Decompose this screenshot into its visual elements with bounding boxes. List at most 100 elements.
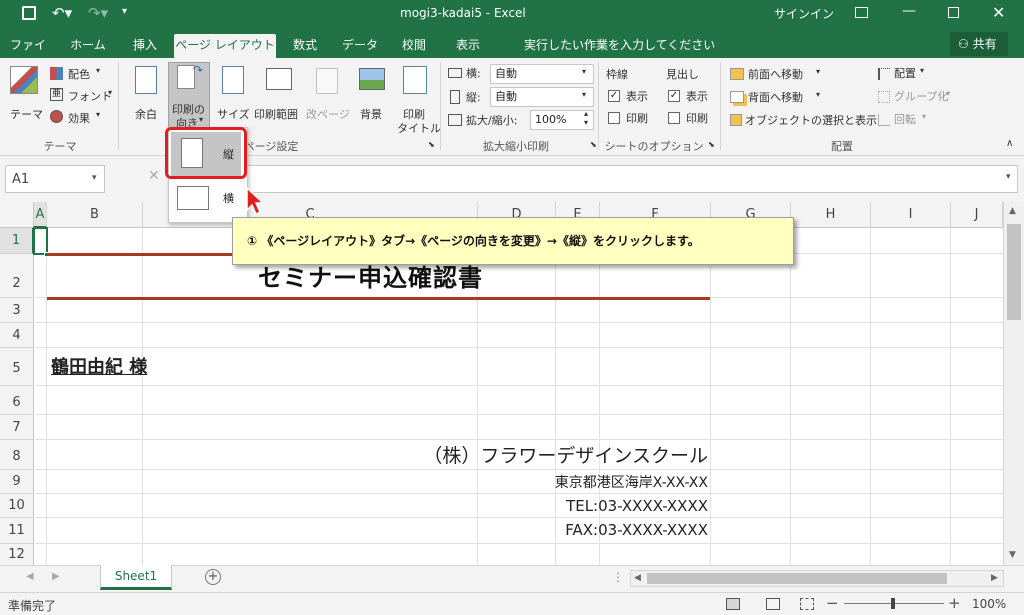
scale-icon bbox=[448, 114, 462, 126]
zoom-in-icon[interactable]: + bbox=[948, 594, 961, 612]
close-icon[interactable]: ✕ bbox=[992, 3, 1005, 22]
headings-print-checkbox[interactable] bbox=[668, 112, 680, 124]
rotate-button[interactable]: 回転 bbox=[894, 111, 916, 127]
gridlines-print-checkbox[interactable] bbox=[608, 112, 620, 124]
column-header-A[interactable]: A bbox=[34, 202, 47, 228]
row-header-8[interactable]: 8 bbox=[0, 440, 34, 470]
undo-icon[interactable]: ↶▾ bbox=[52, 4, 72, 22]
print-titles-button[interactable]: 印刷 タイトル bbox=[394, 64, 441, 135]
height-select[interactable]: 自動 bbox=[490, 87, 594, 107]
print-area-button[interactable]: 印刷範囲 bbox=[254, 64, 304, 132]
column-header-B[interactable]: B bbox=[47, 202, 143, 228]
sheet-options-launcher-icon[interactable]: ⬊ bbox=[708, 140, 715, 149]
tab-insert[interactable]: 挿入 bbox=[124, 34, 166, 58]
group-label-theme: テーマ bbox=[43, 140, 77, 153]
selection-pane-button[interactable]: オブジェクトの選択と表示 bbox=[745, 112, 877, 128]
select-all-corner[interactable] bbox=[0, 202, 34, 228]
scale-spinner-icon[interactable]: ▴ ▾ bbox=[584, 109, 588, 127]
name-box-dropdown-icon[interactable]: ▾ bbox=[92, 173, 97, 183]
row-header-4[interactable]: 4 bbox=[0, 323, 34, 348]
send-backward-button[interactable]: 背面へ移動 bbox=[748, 89, 803, 105]
align-button[interactable]: 配置 bbox=[894, 65, 916, 81]
ribbon-display-icon[interactable] bbox=[855, 7, 868, 18]
print-titles-label-line2: タイトル bbox=[397, 122, 441, 135]
tell-me-input[interactable]: 実行したい作業を入力してください bbox=[524, 34, 715, 58]
maximize-icon[interactable] bbox=[948, 7, 959, 18]
grid-line bbox=[46, 228, 47, 565]
breaks-button[interactable]: 改ページ bbox=[306, 64, 350, 132]
scroll-right-icon[interactable]: ▶ bbox=[991, 573, 998, 583]
vertical-scrollbar[interactable]: ▲ ▼ bbox=[1003, 202, 1024, 565]
tab-file[interactable]: ファイル bbox=[6, 34, 50, 74]
horizontal-scrollbar[interactable]: ◀ ▶ bbox=[630, 570, 1004, 587]
scroll-left-icon[interactable]: ◀ bbox=[634, 573, 641, 583]
prev-sheet-icon[interactable]: ◀ bbox=[26, 571, 34, 582]
row-header-10[interactable]: 10 bbox=[0, 494, 34, 518]
themes-button[interactable]: テーマ bbox=[6, 64, 43, 132]
zoom-level[interactable]: 100% bbox=[972, 597, 1006, 611]
collapse-ribbon-icon[interactable]: ∧ bbox=[1006, 138, 1013, 149]
expand-formula-icon[interactable]: ▾ bbox=[1006, 172, 1011, 182]
orientation-button[interactable]: ↷ 印刷の 向き ▾ bbox=[168, 62, 210, 132]
name-box[interactable]: A1 ▾ bbox=[5, 165, 105, 193]
new-sheet-icon[interactable]: + bbox=[205, 569, 221, 585]
width-select[interactable]: 自動 bbox=[490, 64, 594, 84]
scroll-up-icon[interactable]: ▲ bbox=[1009, 206, 1016, 216]
title-bar: ↶▾ ↷▾ ▾ mogi3-kadai5 - Excel サインイン — ✕ bbox=[0, 0, 1024, 28]
vertical-scroll-thumb[interactable] bbox=[1007, 224, 1021, 320]
row-header-6[interactable]: 6 bbox=[0, 386, 34, 415]
headings-view-checkbox[interactable]: ✓ bbox=[668, 90, 680, 102]
background-button[interactable]: 背景 bbox=[356, 64, 390, 132]
column-header-H[interactable]: H bbox=[791, 202, 871, 228]
split-handle-icon[interactable]: ⋮ bbox=[612, 570, 624, 584]
sheet-tab-sheet1[interactable]: Sheet1 bbox=[100, 565, 172, 590]
size-button[interactable]: サイズ bbox=[214, 64, 250, 132]
customize-qat-icon[interactable]: ▾ bbox=[122, 6, 127, 17]
save-icon[interactable] bbox=[22, 6, 36, 20]
formula-input[interactable] bbox=[236, 165, 1018, 193]
sheet-tab-label: Sheet1 bbox=[114, 569, 158, 583]
row-header-1[interactable]: 1 bbox=[0, 228, 34, 254]
page-setup-launcher-icon[interactable]: ⬊ bbox=[428, 140, 435, 149]
menu-item-landscape[interactable]: 横 bbox=[171, 178, 241, 218]
tab-home[interactable]: ホーム bbox=[66, 34, 110, 58]
tab-formulas[interactable]: 数式 bbox=[286, 34, 324, 58]
scale-launcher-icon[interactable]: ⬊ bbox=[590, 140, 597, 149]
print-titles-icon bbox=[403, 66, 427, 94]
active-cell[interactable] bbox=[33, 227, 48, 255]
share-button[interactable]: ⚇ 共有 bbox=[950, 32, 1008, 56]
tab-view[interactable]: 表示 bbox=[448, 34, 488, 58]
zoom-slider-thumb[interactable] bbox=[891, 598, 895, 609]
page-break-view-icon[interactable] bbox=[800, 598, 814, 610]
tab-page-layout[interactable]: ページ レイアウト bbox=[174, 34, 276, 58]
signin-link[interactable]: サインイン bbox=[774, 5, 834, 22]
normal-view-icon[interactable] bbox=[726, 598, 740, 610]
row-header-12[interactable]: 12 bbox=[0, 544, 34, 565]
row-header-9[interactable]: 9 bbox=[0, 470, 34, 494]
effects-label: 効果 bbox=[68, 112, 90, 125]
tab-data[interactable]: データ bbox=[338, 34, 382, 58]
row-header-3[interactable]: 3 bbox=[0, 298, 34, 323]
group-objects-button[interactable]: グループ化 bbox=[894, 88, 948, 104]
next-sheet-icon[interactable]: ▶ bbox=[52, 571, 60, 582]
cancel-icon[interactable]: ✕ bbox=[148, 168, 160, 184]
column-header-J[interactable]: J bbox=[951, 202, 1003, 228]
bring-forward-button[interactable]: 前面へ移動 bbox=[748, 66, 803, 82]
row-header-2[interactable]: 2 bbox=[0, 254, 34, 298]
margins-label: 余白 bbox=[135, 108, 157, 121]
column-header-I[interactable]: I bbox=[871, 202, 951, 228]
row-header-7[interactable]: 7 bbox=[0, 415, 34, 440]
minimize-icon[interactable]: — bbox=[902, 3, 916, 19]
page-layout-view-icon[interactable] bbox=[766, 598, 780, 610]
zoom-out-icon[interactable]: − bbox=[826, 594, 839, 612]
row-header-11[interactable]: 11 bbox=[0, 518, 34, 544]
horizontal-scroll-thumb[interactable] bbox=[647, 573, 947, 584]
gridlines-view-checkbox[interactable]: ✓ bbox=[608, 90, 620, 102]
redo-icon[interactable]: ↷▾ bbox=[88, 4, 108, 22]
share-label: 共有 bbox=[972, 37, 997, 51]
margins-button[interactable]: 余白 bbox=[130, 64, 164, 132]
tab-review[interactable]: 校閲 bbox=[396, 34, 432, 58]
scroll-down-icon[interactable]: ▼ bbox=[1009, 550, 1016, 560]
row-header-5[interactable]: 5 bbox=[0, 348, 34, 386]
breaks-label: 改ページ bbox=[306, 108, 350, 121]
